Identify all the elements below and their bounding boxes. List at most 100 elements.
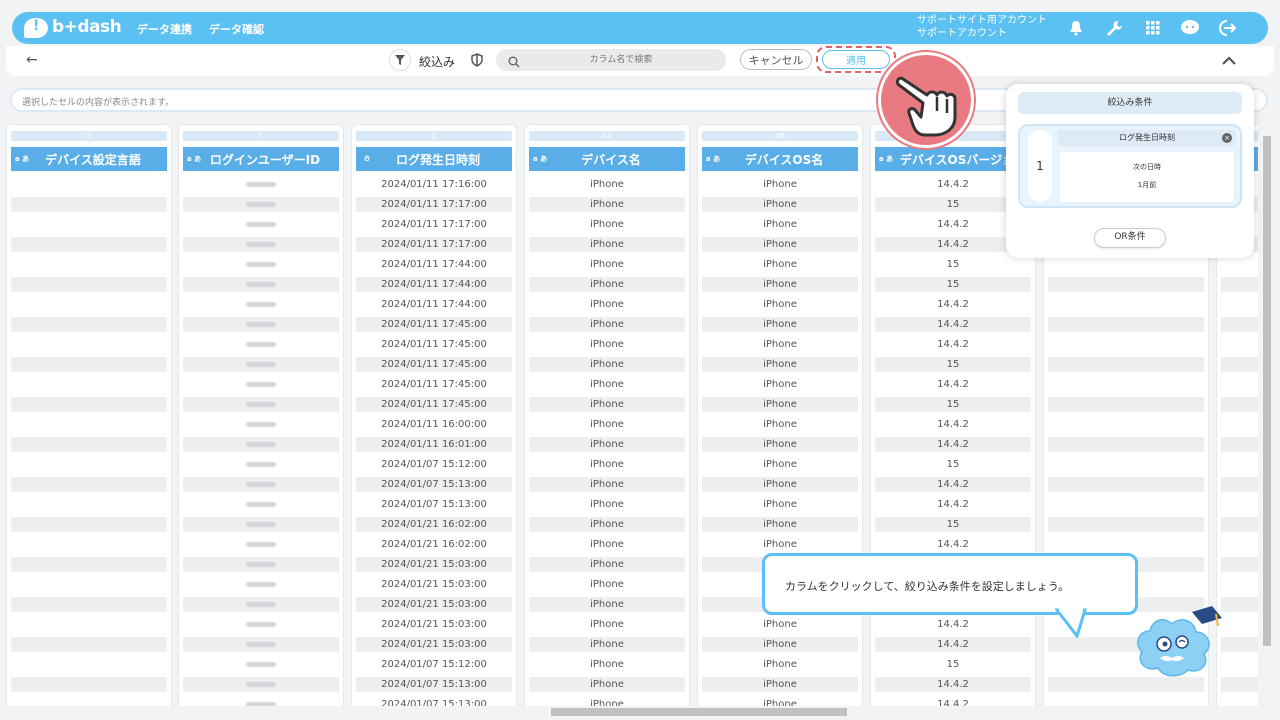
table-cell[interactable] — [1048, 457, 1204, 472]
account-info[interactable]: サポートサイト用アカウント サポートアカウント — [917, 14, 1047, 40]
table-cell[interactable] — [1221, 577, 1258, 592]
table-cell[interactable] — [183, 457, 339, 472]
table-cell[interactable] — [183, 537, 339, 552]
table-cell[interactable] — [183, 197, 339, 212]
table-cell[interactable]: 14.4.2 — [875, 677, 1031, 692]
table-cell[interactable] — [11, 317, 167, 332]
table-cell[interactable]: 2024/01/11 17:45:00 — [356, 377, 512, 392]
table-cell[interactable] — [1221, 437, 1258, 452]
table-cell[interactable] — [183, 477, 339, 492]
table-cell[interactable]: iPhone — [529, 537, 685, 552]
collapse-chevron-icon[interactable] — [1221, 51, 1237, 70]
table-cell[interactable]: 2024/01/07 15:13:00 — [356, 497, 512, 512]
table-cell[interactable] — [183, 657, 339, 672]
remove-condition-icon[interactable]: × — [1222, 133, 1232, 143]
table-cell[interactable] — [11, 337, 167, 352]
table-cell[interactable] — [183, 677, 339, 692]
table-cell[interactable] — [1221, 257, 1258, 272]
table-cell[interactable] — [1048, 477, 1204, 492]
table-cell[interactable] — [1221, 377, 1258, 392]
table-cell[interactable] — [183, 277, 339, 292]
table-cell[interactable] — [11, 477, 167, 492]
table-cell[interactable] — [1048, 537, 1204, 552]
table-cell[interactable] — [11, 417, 167, 432]
table-cell[interactable] — [1221, 497, 1258, 512]
table-cell[interactable] — [1048, 337, 1204, 352]
table-cell[interactable]: iPhone — [702, 517, 858, 532]
table-cell[interactable]: 2024/01/21 15:03:00 — [356, 557, 512, 572]
table-cell[interactable]: 2024/01/11 17:17:00 — [356, 237, 512, 252]
table-cell[interactable] — [11, 597, 167, 612]
back-arrow-icon[interactable]: ← — [26, 52, 38, 68]
column-letter[interactable]: Z — [356, 131, 512, 141]
table-cell[interactable] — [1221, 657, 1258, 672]
table-cell[interactable]: iPhone — [702, 377, 858, 392]
apps-grid-icon[interactable] — [1143, 18, 1163, 38]
table-cell[interactable] — [183, 517, 339, 532]
table-cell[interactable] — [1048, 297, 1204, 312]
table-cell[interactable]: iPhone — [529, 217, 685, 232]
table-cell[interactable]: iPhone — [702, 417, 858, 432]
table-cell[interactable]: iPhone — [529, 557, 685, 572]
table-cell[interactable]: iPhone — [529, 357, 685, 372]
table-cell[interactable] — [183, 257, 339, 272]
table-cell[interactable] — [11, 497, 167, 512]
table-cell[interactable] — [1221, 297, 1258, 312]
table-cell[interactable]: 2024/01/07 15:13:00 — [356, 677, 512, 692]
table-cell[interactable]: iPhone — [529, 417, 685, 432]
table-cell[interactable]: 2024/01/11 17:45:00 — [356, 397, 512, 412]
table-cell[interactable]: 14.4.2 — [875, 297, 1031, 312]
table-cell[interactable]: iPhone — [702, 497, 858, 512]
table-cell[interactable] — [11, 177, 167, 192]
table-cell[interactable]: iPhone — [529, 497, 685, 512]
table-cell[interactable]: iPhone — [529, 437, 685, 452]
help-bubble-icon[interactable] — [1180, 18, 1200, 38]
table-cell[interactable]: 15 — [875, 657, 1031, 672]
table-cell[interactable]: iPhone — [529, 517, 685, 532]
table-cell[interactable] — [11, 437, 167, 452]
table-cell[interactable]: 14.4.2 — [875, 497, 1031, 512]
table-cell[interactable] — [1221, 397, 1258, 412]
table-cell[interactable]: 14.4.2 — [875, 417, 1031, 432]
table-cell[interactable]: 14.4.2 — [875, 637, 1031, 652]
table-cell[interactable] — [183, 437, 339, 452]
table-cell[interactable]: iPhone — [702, 197, 858, 212]
table-cell[interactable] — [11, 277, 167, 292]
column-letter[interactable]: X — [11, 131, 167, 141]
filter-condition-card[interactable]: 1 ログ発生日時刻 × 次の日時 1月前 — [1018, 124, 1242, 208]
table-cell[interactable] — [1048, 417, 1204, 432]
table-cell[interactable]: iPhone — [702, 277, 858, 292]
table-cell[interactable]: iPhone — [529, 457, 685, 472]
table-cell[interactable]: iPhone — [529, 237, 685, 252]
table-cell[interactable] — [1221, 477, 1258, 492]
table-cell[interactable]: 2024/01/07 15:13:00 — [356, 477, 512, 492]
column-header[interactable]: a あ デバイス名 — [529, 147, 685, 171]
table-cell[interactable] — [1221, 277, 1258, 292]
nav-data-link[interactable]: データ連携 — [137, 21, 192, 37]
table-cell[interactable] — [1048, 397, 1204, 412]
table-cell[interactable]: 2024/01/11 17:44:00 — [356, 297, 512, 312]
table-cell[interactable] — [183, 617, 339, 632]
table-cell[interactable]: 14.4.2 — [875, 337, 1031, 352]
table-cell[interactable]: 14.4.2 — [875, 477, 1031, 492]
table-cell[interactable] — [1221, 317, 1258, 332]
table-cell[interactable]: iPhone — [529, 197, 685, 212]
nav-data-check[interactable]: データ確認 — [209, 21, 264, 37]
column-search-input[interactable] — [526, 49, 716, 71]
table-cell[interactable]: iPhone — [702, 537, 858, 552]
table-cell[interactable]: iPhone — [529, 297, 685, 312]
table-cell[interactable] — [1048, 277, 1204, 292]
table-cell[interactable]: 2024/01/21 16:02:00 — [356, 517, 512, 532]
table-cell[interactable] — [183, 377, 339, 392]
table-cell[interactable] — [11, 397, 167, 412]
table-cell[interactable]: iPhone — [529, 617, 685, 632]
cancel-button[interactable]: キャンセル — [740, 49, 812, 70]
table-cell[interactable] — [183, 557, 339, 572]
column-header[interactable]: a あ デバイスOS名 — [702, 147, 858, 171]
table-cell[interactable] — [1048, 377, 1204, 392]
table-cell[interactable] — [11, 557, 167, 572]
table-cell[interactable] — [183, 597, 339, 612]
horizontal-scrollbar[interactable] — [6, 706, 1262, 718]
bell-icon[interactable] — [1066, 18, 1086, 38]
table-cell[interactable] — [11, 297, 167, 312]
